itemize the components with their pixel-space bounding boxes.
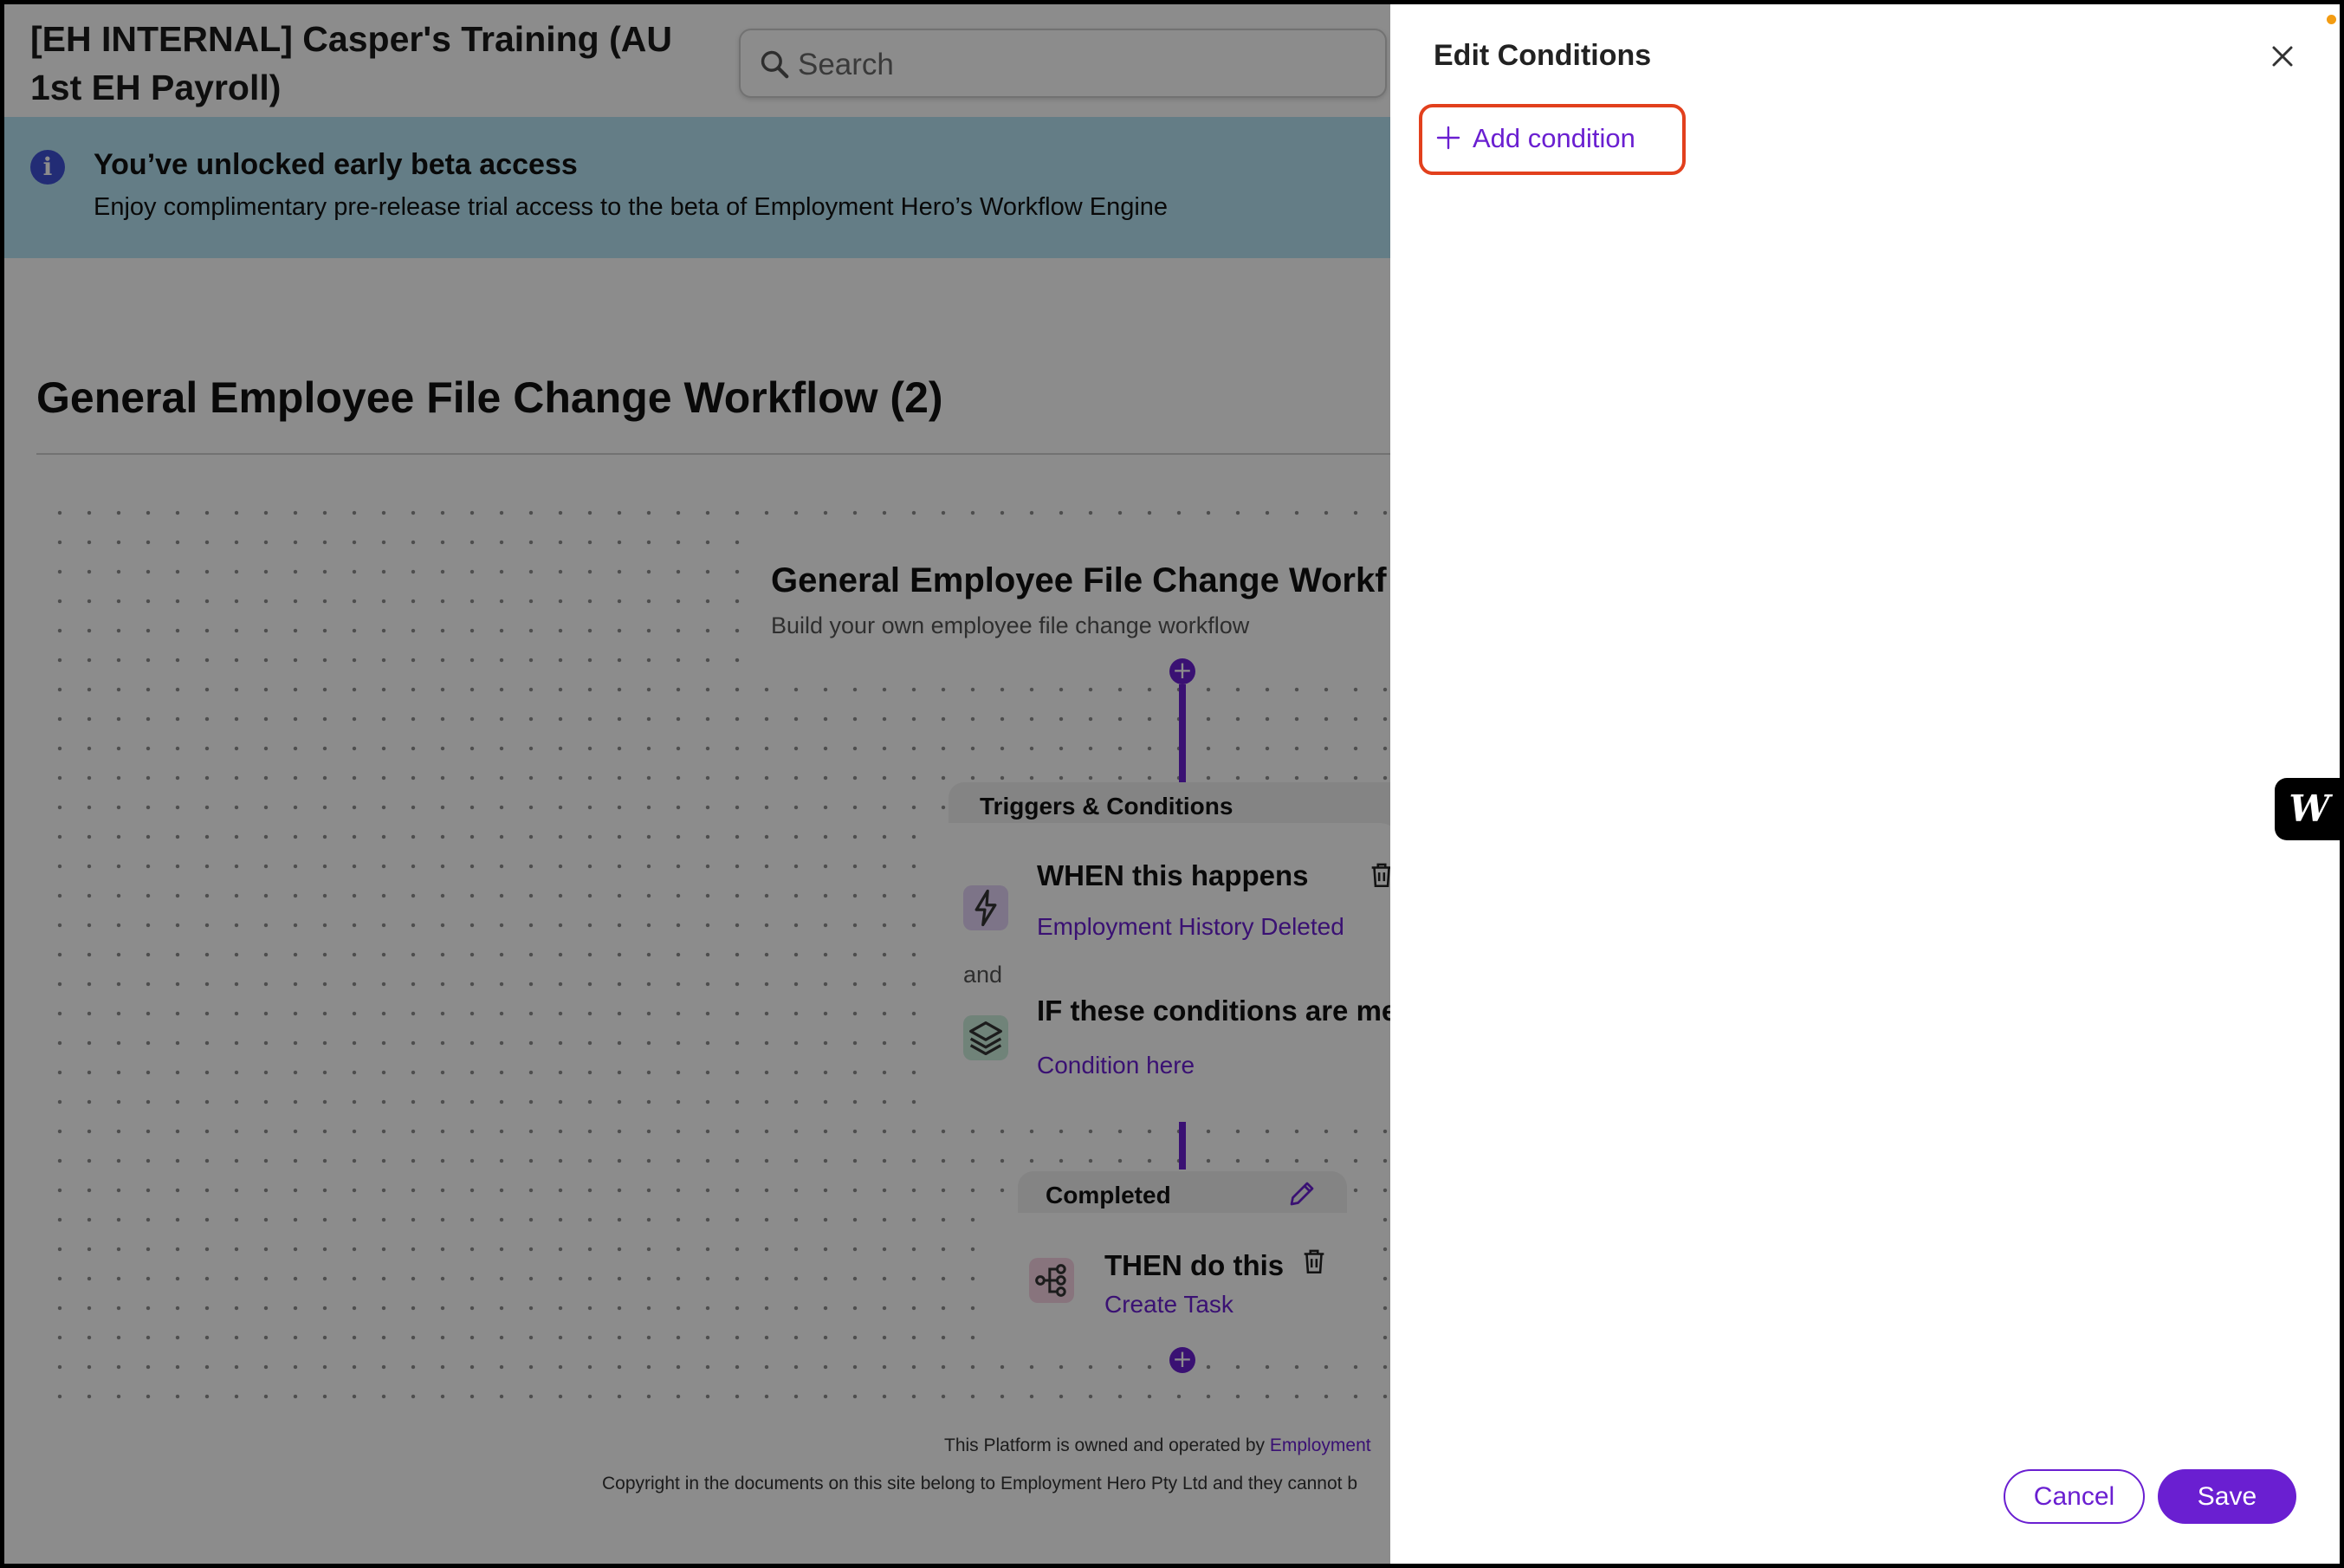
- notification-dot: [2327, 15, 2336, 24]
- app-window: [EH INTERNAL] Casper's Training (AU 1st …: [4, 4, 2340, 1564]
- help-widget-button[interactable]: W: [2275, 778, 2340, 840]
- add-condition-button[interactable]: Add condition: [1419, 104, 1686, 175]
- close-icon[interactable]: [2265, 39, 2300, 74]
- add-condition-label: Add condition: [1473, 123, 1635, 153]
- drawer-title: Edit Conditions: [1434, 39, 1652, 72]
- cancel-button[interactable]: Cancel: [2004, 1469, 2145, 1524]
- modal-backdrop[interactable]: [4, 4, 1390, 1564]
- plus-icon: [1436, 126, 1460, 150]
- save-button[interactable]: Save: [2158, 1469, 2296, 1524]
- edit-conditions-drawer: Edit Conditions Add condition Cancel Sav…: [1390, 4, 2340, 1564]
